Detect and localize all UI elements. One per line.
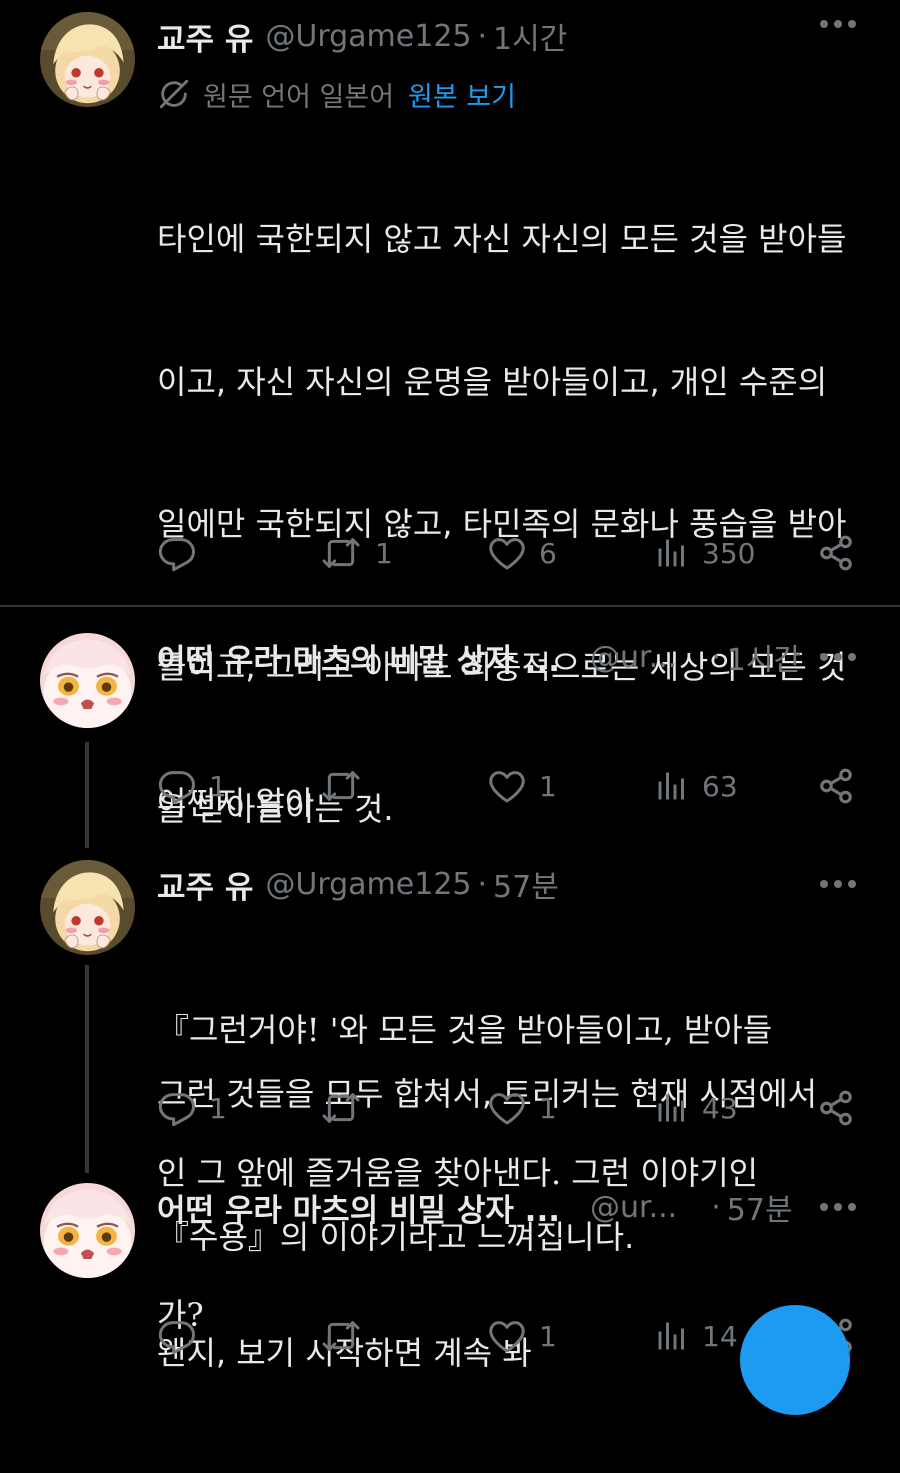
more-icon[interactable] <box>820 20 856 30</box>
reply-button[interactable]: 1 <box>157 761 227 811</box>
separator: · <box>477 866 488 902</box>
share-button[interactable] <box>817 1083 855 1133</box>
reply-icon <box>157 1316 197 1356</box>
retweet-button[interactable] <box>319 1083 375 1133</box>
user-handle[interactable]: @Urgame125 <box>265 867 471 902</box>
views-button[interactable]: 14 <box>654 1311 738 1361</box>
more-icon[interactable] <box>820 653 856 663</box>
translation-notice: 원문 언어 일본어 원본 보기 <box>157 72 516 116</box>
retweet-button[interactable]: 1 <box>319 528 393 578</box>
avatar[interactable] <box>40 12 135 107</box>
text-line: 이고, 자신 자신의 운명을 받아들이고, 개인 수준의 <box>157 362 828 401</box>
display-name[interactable]: 어떤 우라 마츠의 비밀 상자 ... <box>157 1185 560 1230</box>
translate-icon <box>157 77 191 111</box>
retweet-icon <box>319 1088 363 1128</box>
action-bar: 1 1 43 <box>157 1083 857 1133</box>
thread-line <box>85 965 89 1173</box>
separator: · <box>711 639 721 675</box>
action-bar: 1 1 63 <box>157 761 857 811</box>
share-icon <box>817 534 855 572</box>
heart-icon <box>487 533 527 573</box>
view-count: 14 <box>702 1319 738 1353</box>
translation-label: 원문 언어 일본어 <box>203 81 395 113</box>
retweet-icon <box>319 533 363 573</box>
like-button[interactable]: 1 <box>487 1083 557 1133</box>
divider <box>0 605 900 607</box>
more-icon[interactable] <box>820 1203 856 1213</box>
user-handle[interactable]: @Urgame125 <box>265 19 471 54</box>
view-count: 63 <box>702 769 738 803</box>
display-name[interactable]: 교주 유 <box>157 862 253 907</box>
text-line: 『그런거야! '와 모든 것을 받아들이고, 받아들 <box>157 1011 773 1049</box>
user-handle[interactable]: @ur... <box>590 1190 677 1225</box>
reply-icon <box>157 1088 197 1128</box>
like-button[interactable]: 1 <box>487 1311 557 1361</box>
separator: · <box>711 1189 721 1225</box>
timestamp[interactable]: 1시간 <box>727 635 801 679</box>
more-icon[interactable] <box>820 880 856 890</box>
retweet-button[interactable] <box>319 761 375 811</box>
user-handle[interactable]: @ur... <box>590 640 677 675</box>
like-button[interactable]: 1 <box>487 761 557 811</box>
views-icon <box>654 1090 690 1126</box>
show-original-link[interactable]: 원본 보기 <box>408 75 516 114</box>
like-count: 1 <box>539 769 557 803</box>
views-icon <box>654 768 690 804</box>
reply-button[interactable] <box>157 1311 209 1361</box>
timestamp[interactable]: 1시간 <box>493 14 567 58</box>
reply-count: 1 <box>209 769 227 803</box>
display-name[interactable]: 교주 유 <box>157 14 253 59</box>
compose-button[interactable] <box>740 1305 850 1415</box>
reply-icon <box>157 766 197 806</box>
retweet-count: 1 <box>375 536 393 570</box>
avatar[interactable] <box>40 860 135 955</box>
avatar[interactable] <box>40 1183 135 1278</box>
views-button[interactable]: 43 <box>654 1083 738 1133</box>
retweet-button[interactable] <box>319 1311 375 1361</box>
view-count: 350 <box>702 536 756 570</box>
heart-icon <box>487 1088 527 1128</box>
share-button[interactable] <box>817 761 855 811</box>
share-button[interactable] <box>817 528 855 578</box>
timestamp[interactable]: 57분 <box>493 862 559 906</box>
views-icon <box>654 535 690 571</box>
reply-button[interactable]: 1 <box>157 1083 227 1133</box>
like-count: 1 <box>539 1091 557 1125</box>
retweet-icon <box>319 1316 363 1356</box>
like-button[interactable]: 6 <box>487 528 557 578</box>
avatar[interactable] <box>40 633 135 728</box>
reply-button[interactable] <box>157 528 209 578</box>
display-name[interactable]: 어떤 우라 마츠의 비밀 상자 ... <box>157 635 560 680</box>
timestamp[interactable]: 57분 <box>727 1185 793 1229</box>
text-line: 타인에 국한되지 않고 자신 자신의 모든 것을 받아들 <box>157 220 847 258</box>
heart-icon <box>487 766 527 806</box>
views-button[interactable]: 350 <box>654 528 755 578</box>
share-icon <box>817 1089 855 1127</box>
view-count: 43 <box>702 1091 738 1125</box>
like-count: 1 <box>539 1319 557 1353</box>
like-count: 6 <box>539 536 557 570</box>
reply-count: 1 <box>209 1091 227 1125</box>
retweet-icon <box>319 766 363 806</box>
heart-icon <box>487 1316 527 1356</box>
views-button[interactable]: 63 <box>654 761 738 811</box>
views-icon <box>654 1318 690 1354</box>
thread-line <box>85 742 89 848</box>
action-bar: 1 6 350 <box>157 528 857 578</box>
reply-icon <box>157 533 197 573</box>
separator: · <box>477 18 488 54</box>
share-icon <box>817 767 855 805</box>
